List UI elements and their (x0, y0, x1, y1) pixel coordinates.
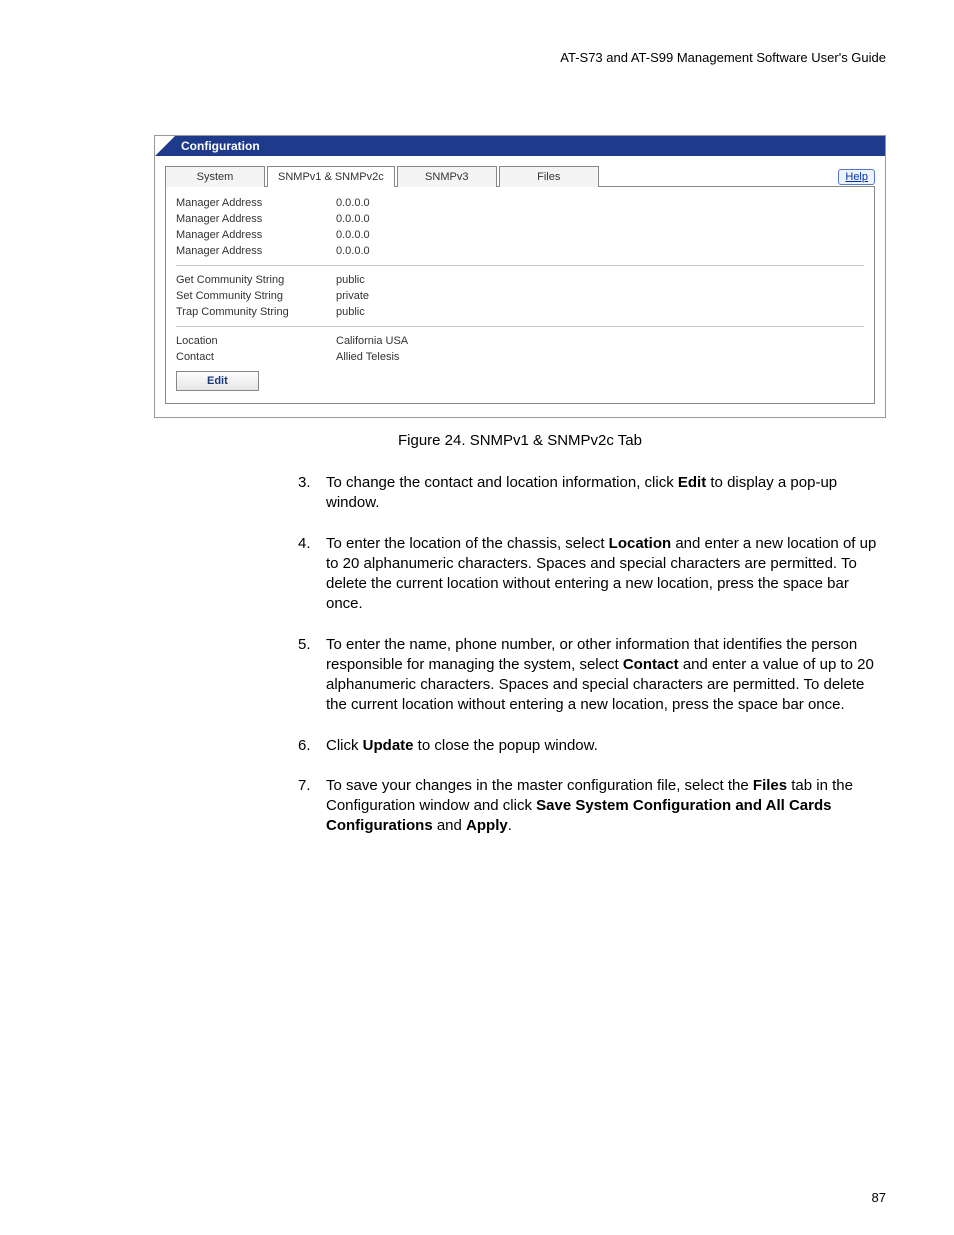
step-text: To change the contact and location infor… (326, 473, 886, 514)
table-row: Manager Address 0.0.0.0 (176, 211, 864, 227)
get-community-label: Get Community String (176, 274, 336, 286)
manager-address-value: 0.0.0.0 (336, 245, 864, 257)
set-community-value: private (336, 290, 864, 302)
table-row: Location California USA (176, 333, 864, 349)
instructions-list: 3. To change the contact and location in… (298, 473, 886, 837)
step-5: 5. To enter the name, phone number, or o… (298, 635, 886, 716)
trap-community-label: Trap Community String (176, 306, 336, 318)
location-label: Location (176, 335, 336, 347)
divider (176, 265, 864, 266)
manager-address-label: Manager Address (176, 213, 336, 225)
step-text: To save your changes in the master confi… (326, 776, 886, 837)
contact-label: Contact (176, 351, 336, 363)
step-text: To enter the location of the chassis, se… (326, 534, 886, 615)
edit-button[interactable]: Edit (176, 371, 259, 391)
manager-address-value: 0.0.0.0 (336, 229, 864, 241)
tab-snmpv3[interactable]: SNMPv3 (397, 166, 497, 187)
help-button[interactable]: Help (838, 169, 875, 185)
set-community-label: Set Community String (176, 290, 336, 302)
step-text: Click Update to close the popup window. (326, 736, 886, 756)
step-6: 6. Click Update to close the popup windo… (298, 736, 886, 756)
tab-content: Manager Address 0.0.0.0 Manager Address … (165, 186, 875, 404)
configuration-panel: Configuration System SNMPv1 & SNMPv2c SN… (154, 135, 886, 418)
step-7: 7. To save your changes in the master co… (298, 776, 886, 837)
manager-address-label: Manager Address (176, 229, 336, 241)
page-number: 87 (872, 1190, 886, 1205)
tab-files[interactable]: Files (499, 166, 599, 187)
location-value: California USA (336, 335, 864, 347)
figure-caption: Figure 24. SNMPv1 & SNMPv2c Tab (154, 432, 886, 449)
step-number: 7. (298, 776, 326, 837)
tabs-row: System SNMPv1 & SNMPv2c SNMPv3 Files Hel… (155, 156, 885, 187)
divider (176, 326, 864, 327)
step-3: 3. To change the contact and location in… (298, 473, 886, 514)
table-row: Contact Allied Telesis (176, 349, 864, 365)
manager-address-label: Manager Address (176, 197, 336, 209)
table-row: Get Community String public (176, 272, 864, 288)
table-row: Manager Address 0.0.0.0 (176, 227, 864, 243)
panel-titlebar: Configuration (155, 136, 885, 156)
step-4: 4. To enter the location of the chassis,… (298, 534, 886, 615)
doc-header: AT-S73 and AT-S99 Management Software Us… (68, 50, 886, 65)
table-row: Manager Address 0.0.0.0 (176, 195, 864, 211)
tabs-holder: System SNMPv1 & SNMPv2c SNMPv3 Files (165, 166, 601, 187)
trap-community-value: public (336, 306, 864, 318)
table-row: Trap Community String public (176, 304, 864, 320)
tab-system[interactable]: System (165, 166, 265, 187)
titlebar-corner-icon (155, 136, 175, 156)
step-number: 4. (298, 534, 326, 615)
step-number: 6. (298, 736, 326, 756)
get-community-value: public (336, 274, 864, 286)
manager-address-value: 0.0.0.0 (336, 197, 864, 209)
step-number: 5. (298, 635, 326, 716)
step-text: To enter the name, phone number, or othe… (326, 635, 886, 716)
manager-address-value: 0.0.0.0 (336, 213, 864, 225)
table-row: Manager Address 0.0.0.0 (176, 243, 864, 259)
step-number: 3. (298, 473, 326, 514)
panel-title: Configuration (175, 136, 260, 156)
manager-address-label: Manager Address (176, 245, 336, 257)
table-row: Set Community String private (176, 288, 864, 304)
contact-value: Allied Telesis (336, 351, 864, 363)
tab-snmpv1-v2c[interactable]: SNMPv1 & SNMPv2c (267, 166, 395, 187)
